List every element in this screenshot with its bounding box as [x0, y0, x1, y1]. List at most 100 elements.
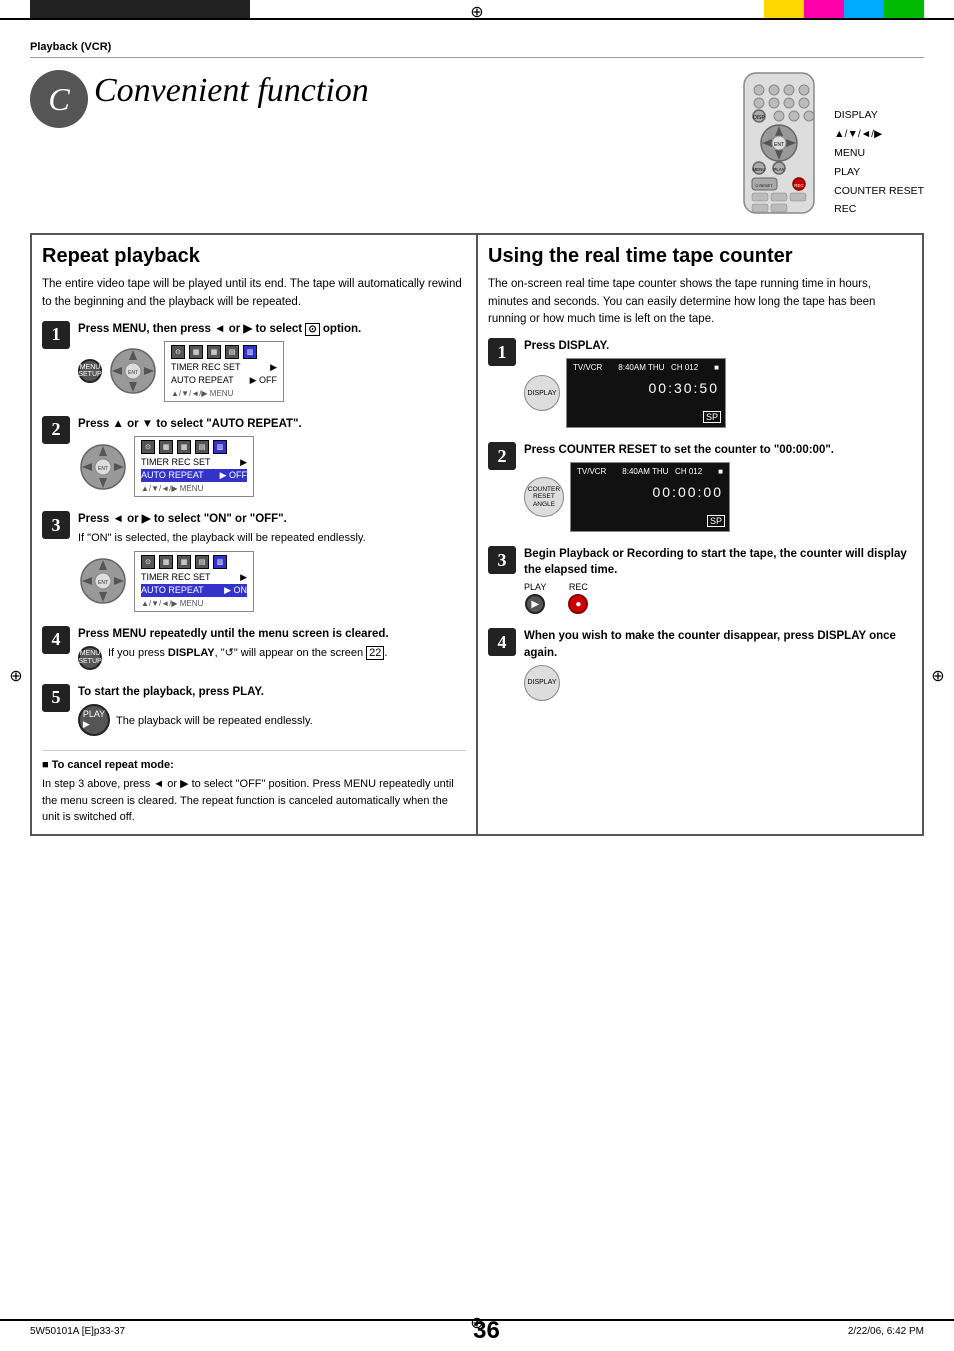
- display-label: DISPLAY: [834, 106, 924, 125]
- menu-icon-3-4: ▤: [195, 555, 209, 569]
- step-1-num: 1: [42, 321, 70, 349]
- menu-row-3-1: TIMER REC SET▶: [141, 571, 247, 584]
- screen-sp-1: SP: [703, 411, 721, 423]
- menu-icon-3-3: ▦: [177, 555, 191, 569]
- right-step-2-text: Press COUNTER RESET to set the counter t…: [524, 442, 912, 458]
- svg-text:ENT: ENT: [98, 580, 108, 586]
- step-3-illus: ENT ⊙ ▦ ▦ ▤ ▥ TIMER REC SET▶: [78, 551, 466, 612]
- menu-label: MENU: [834, 144, 924, 163]
- title-area: C Convenient function: [30, 68, 924, 219]
- cancel-note-text: In step 3 above, press ◄ or ▶ to select …: [42, 776, 466, 826]
- step-2-menu-box: ⊙ ▦ ▦ ▤ ▥ TIMER REC SET▶ AUTO REPEAT▶ OF…: [134, 436, 254, 497]
- right-section: Using the real time tape counter The on-…: [478, 235, 922, 833]
- footer-date: 2/22/06, 6:42 PM: [848, 1326, 924, 1337]
- title-circle-icon: C: [30, 70, 88, 128]
- direction-label: ▲/▼/◄/▶: [834, 125, 924, 144]
- green-bar: [884, 0, 924, 18]
- svg-text:ENT: ENT: [774, 142, 784, 148]
- rec-label: REC: [834, 200, 924, 219]
- svg-text:PLAY: PLAY: [774, 167, 785, 172]
- section-label: Playback (VCR): [30, 41, 111, 53]
- page-title: Convenient function: [94, 68, 369, 110]
- menu-icon-3-2: ▦: [159, 555, 173, 569]
- screen-mock-2: TV/VCR 8:40AM THU CH 012 ■ 00:00:00 SP: [570, 462, 730, 532]
- reg-mark-top: ⊕: [467, 2, 487, 22]
- step-5: 5 To start the playback, press PLAY. PLA…: [42, 684, 466, 740]
- svg-text:ENT: ENT: [98, 466, 108, 472]
- right-step-4: 4 When you wish to make the counter disa…: [488, 628, 912, 704]
- step-5-content: To start the playback, press PLAY. PLAY▶…: [78, 684, 466, 740]
- step-1: 1 Press MENU, then press ◄ or ▶ to selec…: [42, 321, 466, 406]
- right-step-1-num: 1: [488, 338, 516, 366]
- display-btn-1-icon: DISPLAY: [524, 375, 560, 411]
- svg-text:REC: REC: [794, 183, 804, 188]
- footer-left-code: 5W50101A [E]p33-37: [30, 1326, 125, 1337]
- right-step-3-illus: PLAY ▶ REC ●: [524, 582, 912, 614]
- nav-pad-2-icon: ENT: [78, 442, 128, 492]
- right-step-1-text: Press DISPLAY.: [524, 338, 912, 354]
- footer: 5W50101A [E]p33-37 36 2/22/06, 6:42 PM: [30, 1317, 924, 1345]
- svg-text:MENU: MENU: [753, 167, 766, 172]
- menu-icon-3-5: ▥: [213, 555, 227, 569]
- counter-reset-label: COUNTER RESET: [834, 182, 924, 201]
- step-5-subtext: The playback will be repeated endlessly.: [116, 714, 313, 729]
- play-label-3: PLAY: [524, 582, 546, 592]
- menu-row-2: AUTO REPEAT▶ OFF: [171, 374, 277, 387]
- menu-icon-2: ▦: [189, 345, 203, 359]
- play-label: PLAY: [834, 163, 924, 182]
- color-blocks: [764, 0, 924, 18]
- remote-illustration: DISP ENT MENU PL: [724, 68, 924, 219]
- menu-btn-4-icon: MENUSETUP: [78, 646, 102, 670]
- step-5-text: To start the playback, press PLAY.: [78, 684, 466, 700]
- left-section-title: Repeat playback: [42, 245, 466, 268]
- yellow-bar: [764, 0, 804, 18]
- remote-svg: DISP ENT MENU PL: [724, 68, 834, 218]
- header: Playback (VCR): [30, 30, 924, 58]
- right-step-4-num: 4: [488, 628, 516, 656]
- right-step-3-num: 3: [488, 546, 516, 574]
- step-3-subtext: If "ON" is selected, the playback will b…: [78, 531, 466, 546]
- menu-row-2-1: TIMER REC SET▶: [141, 456, 247, 469]
- screen-time-2: 00:00:00: [577, 484, 723, 500]
- step-3-text: Press ◄ or ▶ to select "ON" or "OFF".: [78, 511, 466, 527]
- step-2-illus: ENT ⊙ ▦ ▦ ▤ ▥ TIMER REC SET▶: [78, 436, 466, 497]
- right-step-3-text: Begin Playback or Recording to start the…: [524, 546, 912, 578]
- play-btn-icon: PLAY▶: [78, 704, 110, 736]
- right-step-1-illus: DISPLAY TV/VCR 8:40AM THU CH 012 ■ 00:30…: [524, 358, 912, 428]
- step-3-num: 3: [42, 511, 70, 539]
- left-section-desc: The entire video tape will be played unt…: [42, 276, 466, 311]
- cancel-note: ■ To cancel repeat mode: In step 3 above…: [42, 750, 466, 826]
- magenta-bar: [804, 0, 844, 18]
- counter-reset-btn-icon: COUNTERRESETANGLE: [524, 477, 564, 517]
- screen-time-1: 00:30:50: [573, 380, 719, 396]
- menu-row-2-2: AUTO REPEAT▶ OFF: [141, 469, 247, 482]
- step-2-text: Press ▲ or ▼ to select "AUTO REPEAT".: [78, 416, 466, 432]
- menu-icon-2-4: ▤: [195, 440, 209, 454]
- svg-text:C.RESET: C.RESET: [755, 183, 773, 188]
- step-3-menu-box: ⊙ ▦ ▦ ▤ ▥ TIMER REC SET▶ AUTO REPEAT▶ ON: [134, 551, 254, 612]
- cyan-bar: [844, 0, 884, 18]
- right-section-title: Using the real time tape counter: [488, 245, 912, 268]
- remote-labels: DISPLAY ▲/▼/◄/▶ MENU PLAY COUNTER RESET …: [834, 68, 924, 219]
- svg-text:DISP: DISP: [753, 115, 765, 121]
- right-step-4-illus: DISPLAY: [524, 665, 912, 701]
- right-step-3-content: Begin Playback or Recording to start the…: [524, 546, 912, 618]
- step-1-text: Press MENU, then press ◄ or ▶ to select …: [78, 321, 466, 337]
- right-step-2: 2 Press COUNTER RESET to set the counter…: [488, 442, 912, 536]
- rec-label-3: REC: [569, 582, 588, 592]
- black-bar: [30, 0, 250, 18]
- menu-icon-3: ▦: [207, 345, 221, 359]
- step-4: 4 Press MENU repeatedly until the menu s…: [42, 626, 466, 674]
- two-col-sections: Repeat playback The entire video tape wi…: [30, 233, 924, 835]
- step-1-illus: MENUSETUP ENT: [78, 341, 466, 402]
- menu-icon-2-1: ⊙: [141, 440, 155, 454]
- step-2-num: 2: [42, 416, 70, 444]
- menu-row-1: TIMER REC SET▶: [171, 361, 277, 374]
- menu-icon-5: ▥: [243, 345, 257, 359]
- step-3-content: Press ◄ or ▶ to select "ON" or "OFF". If…: [78, 511, 466, 615]
- screen-sp-2: SP: [707, 515, 725, 527]
- menu-icon-2-5: ▥: [213, 440, 227, 454]
- reg-mark-right: ⊕: [928, 666, 948, 686]
- right-step-2-content: Press COUNTER RESET to set the counter t…: [524, 442, 912, 536]
- left-section: Repeat playback The entire video tape wi…: [32, 235, 478, 833]
